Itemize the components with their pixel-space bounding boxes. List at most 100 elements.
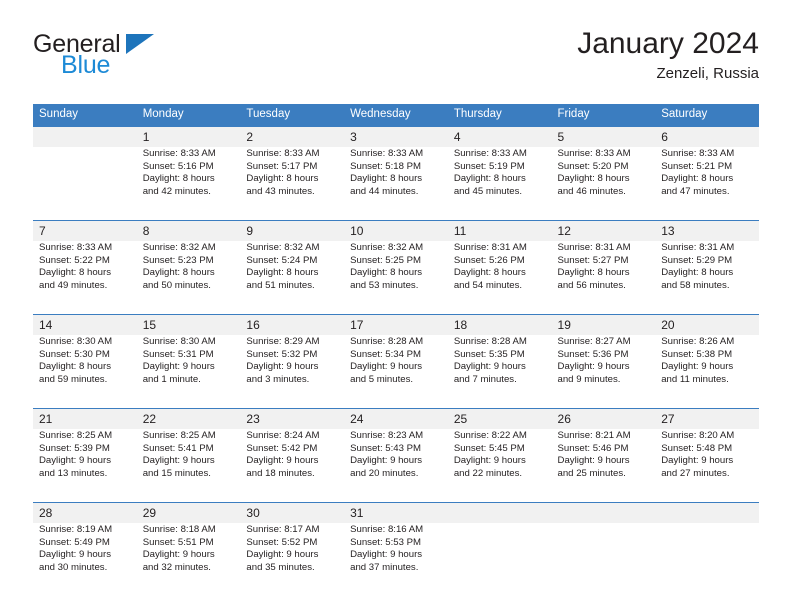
page-title: January 2024 (577, 27, 759, 60)
sunset-text: Sunset: 5:46 PM (557, 442, 629, 454)
daylight-text-line1: Daylight: 9 hours (39, 455, 111, 467)
sunrise-text: Sunrise: 8:33 AM (246, 148, 320, 159)
sunset-text: Sunset: 5:27 PM (557, 254, 629, 266)
day-cell: Sunrise: 8:22 AM Sunset: 5:45 PM Dayligh… (447, 429, 552, 503)
sunrise-text: Sunrise: 8:28 AM (453, 336, 527, 347)
daylight-text-line2: and 43 minutes. (246, 185, 315, 197)
day-number: 24 (344, 408, 448, 429)
daylight-text-line2: and 11 minutes. (661, 373, 729, 385)
day-number: 18 (447, 314, 552, 335)
day-number: 27 (655, 408, 759, 429)
day-cell: Sunrise: 8:28 AM Sunset: 5:34 PM Dayligh… (344, 335, 448, 409)
day-cell: Sunrise: 8:26 AM Sunset: 5:38 PM Dayligh… (655, 335, 759, 409)
calendar-page: General Blue January 2024 Zenzeli, Russi… (0, 0, 792, 612)
sunrise-text: Sunrise: 8:20 AM (661, 430, 735, 441)
day-cell: Sunrise: 8:32 AM Sunset: 5:25 PM Dayligh… (344, 241, 448, 315)
day-cell: Sunrise: 8:17 AM Sunset: 5:52 PM Dayligh… (240, 523, 345, 596)
weekday-header-wednesday: Wednesday (344, 104, 448, 127)
general-blue-logo: General Blue (33, 32, 243, 92)
sunset-text: Sunset: 5:48 PM (661, 442, 733, 454)
daylight-text-line1: Daylight: 8 hours (453, 267, 526, 279)
day-cell: Sunrise: 8:31 AM Sunset: 5:27 PM Dayligh… (551, 241, 656, 315)
daylight-text-line1: Daylight: 9 hours (142, 455, 215, 467)
sunrise-text: Sunrise: 8:32 AM (350, 242, 424, 253)
daylight-text-line2: and 1 minute. (142, 373, 201, 385)
sunrise-text: Sunrise: 8:30 AM (39, 336, 113, 347)
sunset-text: Sunset: 5:53 PM (350, 536, 422, 548)
day-cell: Sunrise: 8:33 AM Sunset: 5:17 PM Dayligh… (240, 147, 345, 221)
daylight-text-line2: and 46 minutes. (557, 185, 626, 197)
daylight-text-line1: Daylight: 8 hours (39, 361, 111, 373)
sunset-text: Sunset: 5:43 PM (350, 442, 422, 454)
sunset-text: Sunset: 5:24 PM (246, 254, 318, 266)
daylight-text-line2: and 54 minutes. (453, 279, 523, 291)
weekday-header-monday: Monday (136, 104, 241, 127)
sunrise-text: Sunrise: 8:30 AM (142, 336, 216, 347)
day-cell (655, 523, 759, 596)
daylight-text-line2: and 5 minutes. (350, 373, 414, 385)
sunset-text: Sunset: 5:49 PM (39, 536, 110, 548)
day-number: 22 (136, 408, 241, 429)
week-date-row: 14 15 16 17 18 19 20 (33, 314, 759, 335)
daylight-text-line1: Daylight: 9 hours (246, 455, 319, 467)
day-number: 9 (240, 220, 345, 241)
triangle-icon (126, 34, 154, 54)
week-info-row: Sunrise: 8:19 AM Sunset: 5:49 PM Dayligh… (33, 523, 759, 596)
sunrise-text: Sunrise: 8:26 AM (661, 336, 735, 347)
weekday-header-saturday: Saturday (655, 104, 759, 127)
daylight-text-line2: and 18 minutes. (246, 467, 315, 479)
daylight-text-line1: Daylight: 8 hours (661, 173, 734, 185)
daylight-text-line1: Daylight: 9 hours (39, 549, 111, 561)
daylight-text-line1: Daylight: 9 hours (661, 455, 734, 467)
day-cell (447, 523, 552, 596)
day-number: 3 (344, 126, 448, 147)
calendar-header-row: Sunday Monday Tuesday Wednesday Thursday… (33, 104, 759, 127)
sunrise-text: Sunrise: 8:29 AM (246, 336, 320, 347)
sunset-text: Sunset: 5:52 PM (246, 536, 318, 548)
daylight-text-line1: Daylight: 9 hours (557, 361, 630, 373)
sunset-text: Sunset: 5:21 PM (661, 160, 733, 172)
day-cell: Sunrise: 8:16 AM Sunset: 5:53 PM Dayligh… (344, 523, 448, 596)
weekday-header-thursday: Thursday (447, 104, 552, 127)
week-info-row: Sunrise: 8:33 AM Sunset: 5:16 PM Dayligh… (33, 147, 759, 221)
daylight-text-line1: Daylight: 8 hours (557, 267, 630, 279)
day-cell: Sunrise: 8:27 AM Sunset: 5:36 PM Dayligh… (551, 335, 656, 409)
day-cell: Sunrise: 8:25 AM Sunset: 5:39 PM Dayligh… (33, 429, 137, 503)
daylight-text-line1: Daylight: 8 hours (350, 267, 423, 279)
daylight-text-line2: and 56 minutes. (557, 279, 626, 291)
day-cell: Sunrise: 8:32 AM Sunset: 5:23 PM Dayligh… (136, 241, 241, 315)
sunrise-text: Sunrise: 8:22 AM (453, 430, 527, 441)
daylight-text-line2: and 32 minutes. (142, 561, 211, 573)
day-number: 10 (344, 220, 448, 241)
day-cell: Sunrise: 8:30 AM Sunset: 5:30 PM Dayligh… (33, 335, 137, 409)
day-cell: Sunrise: 8:31 AM Sunset: 5:29 PM Dayligh… (655, 241, 759, 315)
calendar-grid: Sunday Monday Tuesday Wednesday Thursday… (33, 104, 759, 596)
daylight-text-line1: Daylight: 8 hours (246, 267, 319, 279)
daylight-text-line2: and 13 minutes. (39, 467, 108, 479)
sunrise-text: Sunrise: 8:17 AM (246, 524, 320, 535)
weekday-header-sunday: Sunday (33, 104, 137, 127)
daylight-text-line1: Daylight: 9 hours (557, 455, 630, 467)
day-number: 21 (33, 408, 137, 429)
sunset-text: Sunset: 5:41 PM (142, 442, 214, 454)
sunrise-text: Sunrise: 8:33 AM (557, 148, 631, 159)
daylight-text-line2: and 27 minutes. (661, 467, 730, 479)
day-number: 12 (551, 220, 656, 241)
daylight-text-line1: Daylight: 9 hours (350, 455, 423, 467)
day-number: 6 (655, 126, 759, 147)
daylight-text-line1: Daylight: 9 hours (246, 549, 319, 561)
daylight-text-line2: and 9 minutes. (557, 373, 621, 385)
day-number (655, 502, 759, 523)
day-cell: Sunrise: 8:24 AM Sunset: 5:42 PM Dayligh… (240, 429, 345, 503)
day-number (551, 502, 656, 523)
sunset-text: Sunset: 5:39 PM (39, 442, 110, 454)
sunrise-text: Sunrise: 8:25 AM (39, 430, 113, 441)
sunset-text: Sunset: 5:45 PM (453, 442, 525, 454)
sunrise-text: Sunrise: 8:31 AM (453, 242, 527, 253)
sunset-text: Sunset: 5:31 PM (142, 348, 214, 360)
daylight-text-line1: Daylight: 9 hours (350, 361, 423, 373)
daylight-text-line2: and 45 minutes. (453, 185, 523, 197)
daylight-text-line1: Daylight: 9 hours (350, 549, 423, 561)
day-number: 28 (33, 502, 137, 523)
sunrise-text: Sunrise: 8:32 AM (142, 242, 216, 253)
